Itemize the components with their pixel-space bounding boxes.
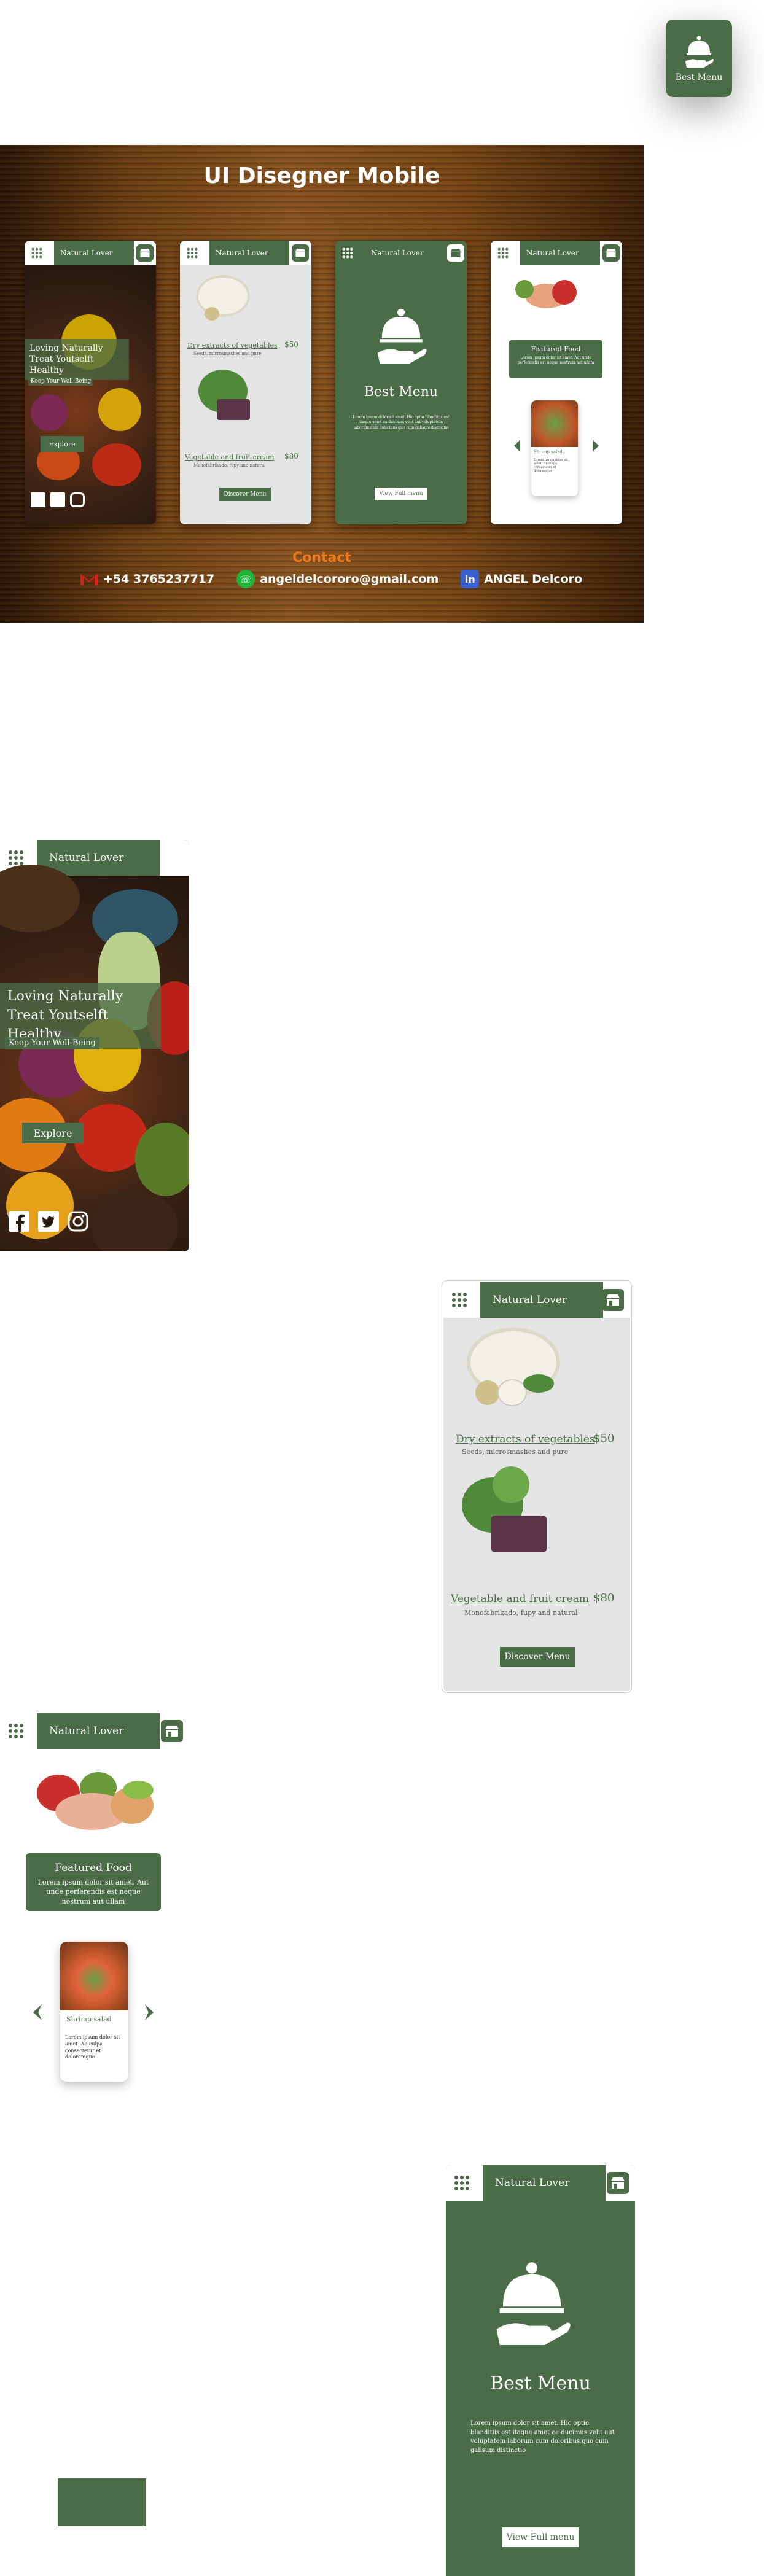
brand-title-2: Natural Lover: [480, 1282, 603, 1318]
grid-menu-icon-4[interactable]: [454, 2176, 469, 2190]
grid-menu-icon-3[interactable]: [9, 1724, 23, 1738]
mini-facebook-icon[interactable]: [31, 492, 45, 507]
best-menu-title: Best Menu: [490, 2373, 591, 2394]
cloche-hand-icon: [685, 36, 714, 68]
item-2-price: $80: [593, 1592, 615, 1605]
mini-food-card-title: Shrimp salad: [534, 449, 563, 454]
mini-brand: Natural Lover: [54, 241, 134, 265]
mini-cloche-icon: [377, 308, 427, 364]
mini-home-screen[interactable]: Natural Lover Loving Naturally Treat You…: [25, 241, 156, 524]
mini-explore-button[interactable]: Explore: [41, 436, 84, 452]
mini-item-1-desc: Seeds, microsmashes and pure: [193, 351, 262, 356]
mini-menu-screen[interactable]: Natural Lover Dry extracts of vegetables…: [180, 241, 311, 524]
item-1-desc: Seeds, microsmashes and pure: [462, 1448, 569, 1456]
banner-title: UI Disegner Mobile: [203, 163, 440, 189]
mini-brand-2: Natural Lover: [209, 241, 289, 265]
store-icon-3[interactable]: [161, 1720, 183, 1742]
best-menu-text: Lorem ipsum dolor sit amet. Hic optio bl…: [470, 2420, 615, 2454]
item-2-name[interactable]: Vegetable and fruit cream: [451, 1593, 589, 1605]
grid-menu-icon[interactable]: [9, 850, 23, 865]
grid-menu-icon-2[interactable]: [452, 1293, 467, 1307]
gmail-icon: [80, 570, 98, 588]
next-arrow-icon[interactable]: [145, 2004, 154, 2020]
mini-item-2-price: $80: [284, 452, 298, 461]
discover-menu-button[interactable]: Discover Menu: [500, 1647, 575, 1667]
item-1-name[interactable]: Dry extracts of vegetables: [456, 1433, 595, 1446]
cloche-hand-icon-large: [496, 2262, 571, 2345]
mini-best-menu-text: Lorem ipsum dolor sit amet. Hic optio bl…: [353, 415, 450, 430]
facebook-icon[interactable]: [9, 1211, 29, 1232]
best-menu-float-card[interactable]: Best Menu: [666, 20, 732, 97]
best-menu-label: Best Menu: [675, 72, 723, 82]
item-1-price: $50: [593, 1432, 615, 1445]
color-swatch: [58, 2478, 146, 2526]
mini-discover-button[interactable]: Discover Menu: [219, 488, 271, 501]
featured-title[interactable]: Featured Food: [26, 1862, 161, 1874]
contact-linkedin[interactable]: in ANGEL Delcoro: [461, 570, 582, 588]
explore-button[interactable]: Explore: [22, 1123, 84, 1143]
mini-brand-3: Natural Lover: [365, 241, 445, 265]
home-headline-1: Loving Naturally: [7, 989, 123, 1004]
menu-screen: Natural Lover Dry extracts of vegetables…: [442, 1281, 631, 1692]
mini-food-card-text: Lorem ipsum dolor sit amet. Ab culpa con…: [534, 458, 568, 473]
best-menu-screen: Natural Lover Best Menu Lorem ipsum dolo…: [446, 2165, 635, 2576]
linkedin-icon: in: [461, 570, 480, 588]
mini-view-full-menu-button[interactable]: View Full menu: [375, 488, 427, 500]
mini-item-2-desc: Monofabrikado, fupy and natural: [193, 463, 266, 468]
mini-headline-2: Treat Youtselft Healthy: [29, 354, 94, 376]
mini-food-card[interactable]: Shrimp salad Lorem ipsum dolor sit amet.…: [531, 400, 578, 496]
mini-next-arrow-icon[interactable]: [593, 440, 599, 452]
food-card-title: Shrimp salad: [66, 2015, 112, 2023]
store-icon-4[interactable]: [607, 2172, 629, 2194]
contact-phone[interactable]: +54 3765237717: [80, 570, 214, 588]
mini-twitter-icon[interactable]: [50, 492, 65, 507]
brand-title-3: Natural Lover: [37, 1713, 160, 1749]
mini-tagline: Keep Your Well-Being: [28, 377, 94, 386]
featured-screen: Natural Lover Featured Food Lorem ipsum …: [0, 1713, 189, 2125]
item-2-desc: Monofabrikado, fupy and natural: [464, 1609, 578, 1617]
store-icon[interactable]: [602, 1289, 624, 1311]
mini-featured-screen[interactable]: Natural Lover Featured Food Lorem ipsum …: [491, 241, 622, 524]
home-tagline: Keep Your Well-Being: [5, 1037, 100, 1049]
instagram-icon[interactable]: [68, 1211, 88, 1232]
contact-email[interactable]: ☏ angeldelcororo@gmail.com: [236, 570, 439, 588]
contact-row: +54 3765237717 ☏ angeldelcororo@gmail.co…: [80, 570, 582, 588]
portfolio-banner: UI Disegner Mobile Natural Lover Loving …: [0, 145, 644, 623]
featured-text: Lorem ipsum dolor sit amet. Aut unde per…: [37, 1878, 149, 1905]
whatsapp-icon: ☏: [236, 570, 255, 588]
home-screen: Natural Lover Loving Naturally Treat You…: [0, 840, 189, 1251]
view-full-menu-button[interactable]: View Full menu: [502, 2527, 579, 2547]
mini-instagram-icon[interactable]: [70, 492, 85, 507]
mini-prev-arrow-icon[interactable]: [514, 440, 520, 452]
mini-item-2-name[interactable]: Vegetable and fruit cream: [185, 453, 275, 461]
twitter-icon[interactable]: [38, 1211, 59, 1232]
mini-best-menu-title: Best Menu: [364, 384, 439, 400]
mini-brand-4: Natural Lover: [520, 241, 600, 265]
mini-item-1-name[interactable]: Dry extracts of vegetables: [187, 341, 278, 349]
contact-title: Contact: [292, 550, 351, 566]
mini-item-1-price: $50: [284, 340, 298, 349]
prev-arrow-icon[interactable]: [33, 2004, 42, 2020]
brand-title-4: Natural Lover: [483, 2165, 606, 2201]
food-card[interactable]: Shrimp salad Lorem ipsum dolor sit amet.…: [60, 1942, 128, 2082]
mini-best-menu-screen[interactable]: Natural Lover Best Menu Lorem ipsum dolo…: [335, 241, 467, 524]
mini-featured-text: Lorem ipsum dolor sit amet. Aut unde per…: [517, 356, 594, 365]
mini-headline-1: Loving Naturally: [29, 343, 103, 353]
mini-featured-title[interactable]: Featured Food: [509, 345, 602, 353]
food-card-text: Lorem ipsum dolor sit amet. Ab culpa con…: [65, 2034, 120, 2060]
